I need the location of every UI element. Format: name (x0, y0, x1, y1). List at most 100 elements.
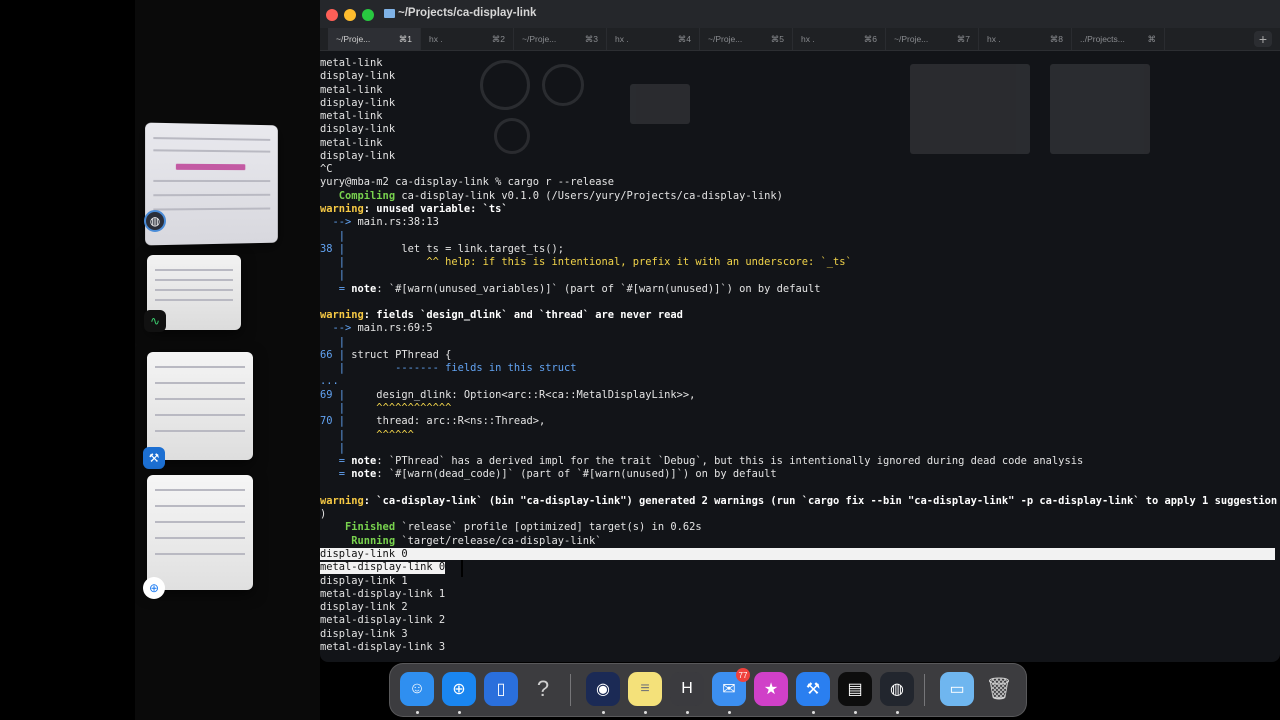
safari-icon[interactable]: ⊕ (442, 672, 476, 706)
zoom-button[interactable] (362, 9, 374, 21)
mail-icon[interactable]: ✉ 77 (712, 668, 750, 706)
tab-1[interactable]: ~/Proje... ⌘1 (328, 28, 421, 50)
tab-3[interactable]: ~/Proje... ⌘3 (514, 28, 607, 50)
terminal-text: : fields `design_dlink` and `thread` are… (363, 309, 683, 322)
tab-shortcut: ⌘7 (956, 33, 970, 44)
star-app-icon[interactable]: ★ (754, 672, 788, 706)
terminal-line: metal-link (320, 57, 383, 70)
running-indicator (458, 711, 461, 714)
dock-glyph: ▭ (949, 681, 965, 698)
terminal-text: display-link (320, 70, 396, 83)
tab-shortcut: ⌘1 (398, 33, 412, 44)
terminal-text: warning (320, 202, 364, 215)
activity-monitor-app-icon: ∿ (144, 310, 166, 332)
stage-window-instruments[interactable] (145, 122, 278, 246)
dock-glyph: H (681, 680, 693, 697)
terminal-text: : `ca-display-link` (bin "ca-display-lin… (363, 494, 1278, 507)
terminal-line: warning: unused variable: `ts` (320, 203, 508, 216)
tab-label: ../Projects... (1080, 34, 1125, 44)
helix-icon[interactable]: H (670, 672, 704, 706)
terminal-line: 66 | struct PThread { (320, 349, 451, 362)
terminal-output[interactable]: metal-link display-link metal-link display-… (320, 50, 1280, 662)
minimize-button[interactable] (344, 9, 356, 21)
terminal-text: : `#[warn(unused_variables)]` (part of `… (376, 282, 821, 295)
tab-5[interactable]: ~/Proje... ⌘5 (700, 28, 793, 50)
window-titlebar[interactable]: ~/Projects/ca-display-link (320, 0, 1280, 28)
terminal-text: note (351, 468, 377, 481)
terminal-text: = (320, 455, 352, 468)
dock: ☺ ⊕ ▯? ◉ ≡ H ✉ 77 ★ ⚒ ▤ ◍ ▭ 🗑 (389, 663, 1027, 717)
terminal-text: ... (320, 375, 339, 388)
terminal-line: metal-display-link 3 (320, 641, 445, 654)
terminal-line: display-link (320, 123, 395, 136)
terminal-text: --> (320, 216, 358, 229)
activity-monitor-icon[interactable]: ▤ (838, 672, 872, 706)
tab-label: ~/Proje... (522, 34, 557, 44)
terminal-line: display-link 0 (320, 548, 408, 561)
stage-window-xcode[interactable] (147, 352, 253, 460)
terminal-line: Running `target/release/ca-display-link` (320, 534, 602, 548)
help-icon[interactable]: ? (526, 672, 560, 706)
tab-shortcut: ⌘4 (677, 33, 691, 44)
finder-icon[interactable]: ☺ (400, 672, 434, 706)
terminal-line: | (320, 269, 345, 282)
text-cursor-icon (461, 560, 463, 577)
terminal-text: ca-display-link v0.1.0 (/Users/yury/Proj… (395, 189, 783, 202)
simulator-icon[interactable]: ▯ (484, 672, 518, 706)
downloads-folder-icon[interactable]: ▭ (940, 672, 974, 706)
terminal-text: `target/release/ca-display-link` (395, 534, 602, 547)
notes-icon[interactable]: ≡ (628, 672, 662, 706)
terminal-text: note (351, 282, 377, 295)
tab-6[interactable]: hx . ⌘6 (793, 28, 886, 50)
terminal-text: metal-display-link 1 (320, 587, 446, 600)
terminal-line: warning: `ca-display-link` (bin "ca-disp… (320, 495, 1277, 508)
tab-label: hx . (987, 34, 1001, 44)
terminal-text: let ts = link.target_ts(); (345, 242, 564, 255)
xcode-beta-app-icon: ⚒ (143, 447, 165, 469)
terminal-text: ^C (320, 163, 333, 176)
close-button[interactable] (326, 9, 338, 21)
instruments-icon[interactable]: ◍ (880, 672, 914, 706)
running-indicator (644, 711, 647, 714)
terminal-text: `release` profile [optimized] target(s) … (395, 521, 702, 534)
terminal-text: | (320, 402, 346, 415)
terminal-text: display-link 2 (320, 601, 408, 614)
terminal-text: ^^^^^^^^^^^^ (345, 402, 452, 415)
background-ghost-image (460, 54, 1160, 184)
terminal-text: 66 | (320, 348, 346, 361)
terminal-text: metal-link (320, 57, 383, 69)
trash-icon[interactable]: 🗑 (982, 672, 1016, 706)
running-indicator (854, 711, 857, 714)
terminal-text: main.rs:69:5 (357, 322, 433, 335)
new-tab-button[interactable]: + (1254, 31, 1272, 47)
running-indicator (896, 711, 899, 714)
terminal-text: | (320, 441, 346, 454)
terminal-line: metal-display-link 1 (320, 588, 445, 601)
quicktime-icon[interactable]: ◉ (586, 672, 620, 706)
terminal-line: display-link 3 (320, 628, 408, 641)
terminal-text: metal-link (320, 83, 383, 96)
tab-shortcut: ⌘ (1147, 33, 1157, 44)
tab-9[interactable]: ../Projects... ⌘ (1072, 28, 1165, 50)
terminal-text: 69 | (320, 388, 346, 401)
dock-glyph: ◍ (890, 681, 904, 698)
terminal-window: ~/Projects/ca-display-link + ~/Proje... ⌘… (320, 0, 1280, 662)
terminal-line: metal-link (320, 110, 383, 123)
tab-7[interactable]: ~/Proje... ⌘7 (886, 28, 979, 50)
terminal-line: 69 | design_dlink: Option<arc::R<ca::Met… (320, 389, 695, 402)
terminal-text: metal-link (320, 110, 383, 123)
terminal-line: = note: `#[warn(unused_variables)]` (par… (320, 282, 821, 296)
terminal-text: metal-display-link 2 (320, 614, 446, 627)
terminal-line: display-link (320, 97, 395, 110)
dock-glyph: ≡ (640, 680, 650, 697)
tab-2[interactable]: hx . ⌘2 (421, 28, 514, 50)
xcode-beta-icon[interactable]: ⚒ (796, 672, 830, 706)
tab-4[interactable]: hx . ⌘4 (607, 28, 700, 50)
dock-glyph: ★ (763, 681, 779, 698)
stage-window-safari[interactable] (147, 475, 253, 590)
dock-glyph: ▤ (847, 681, 863, 698)
tab-8[interactable]: hx . ⌘8 (979, 28, 1072, 50)
terminal-text: warning (320, 309, 364, 322)
terminal-text: display-link 3 (320, 627, 408, 640)
dock-glyph: ? (536, 676, 550, 701)
